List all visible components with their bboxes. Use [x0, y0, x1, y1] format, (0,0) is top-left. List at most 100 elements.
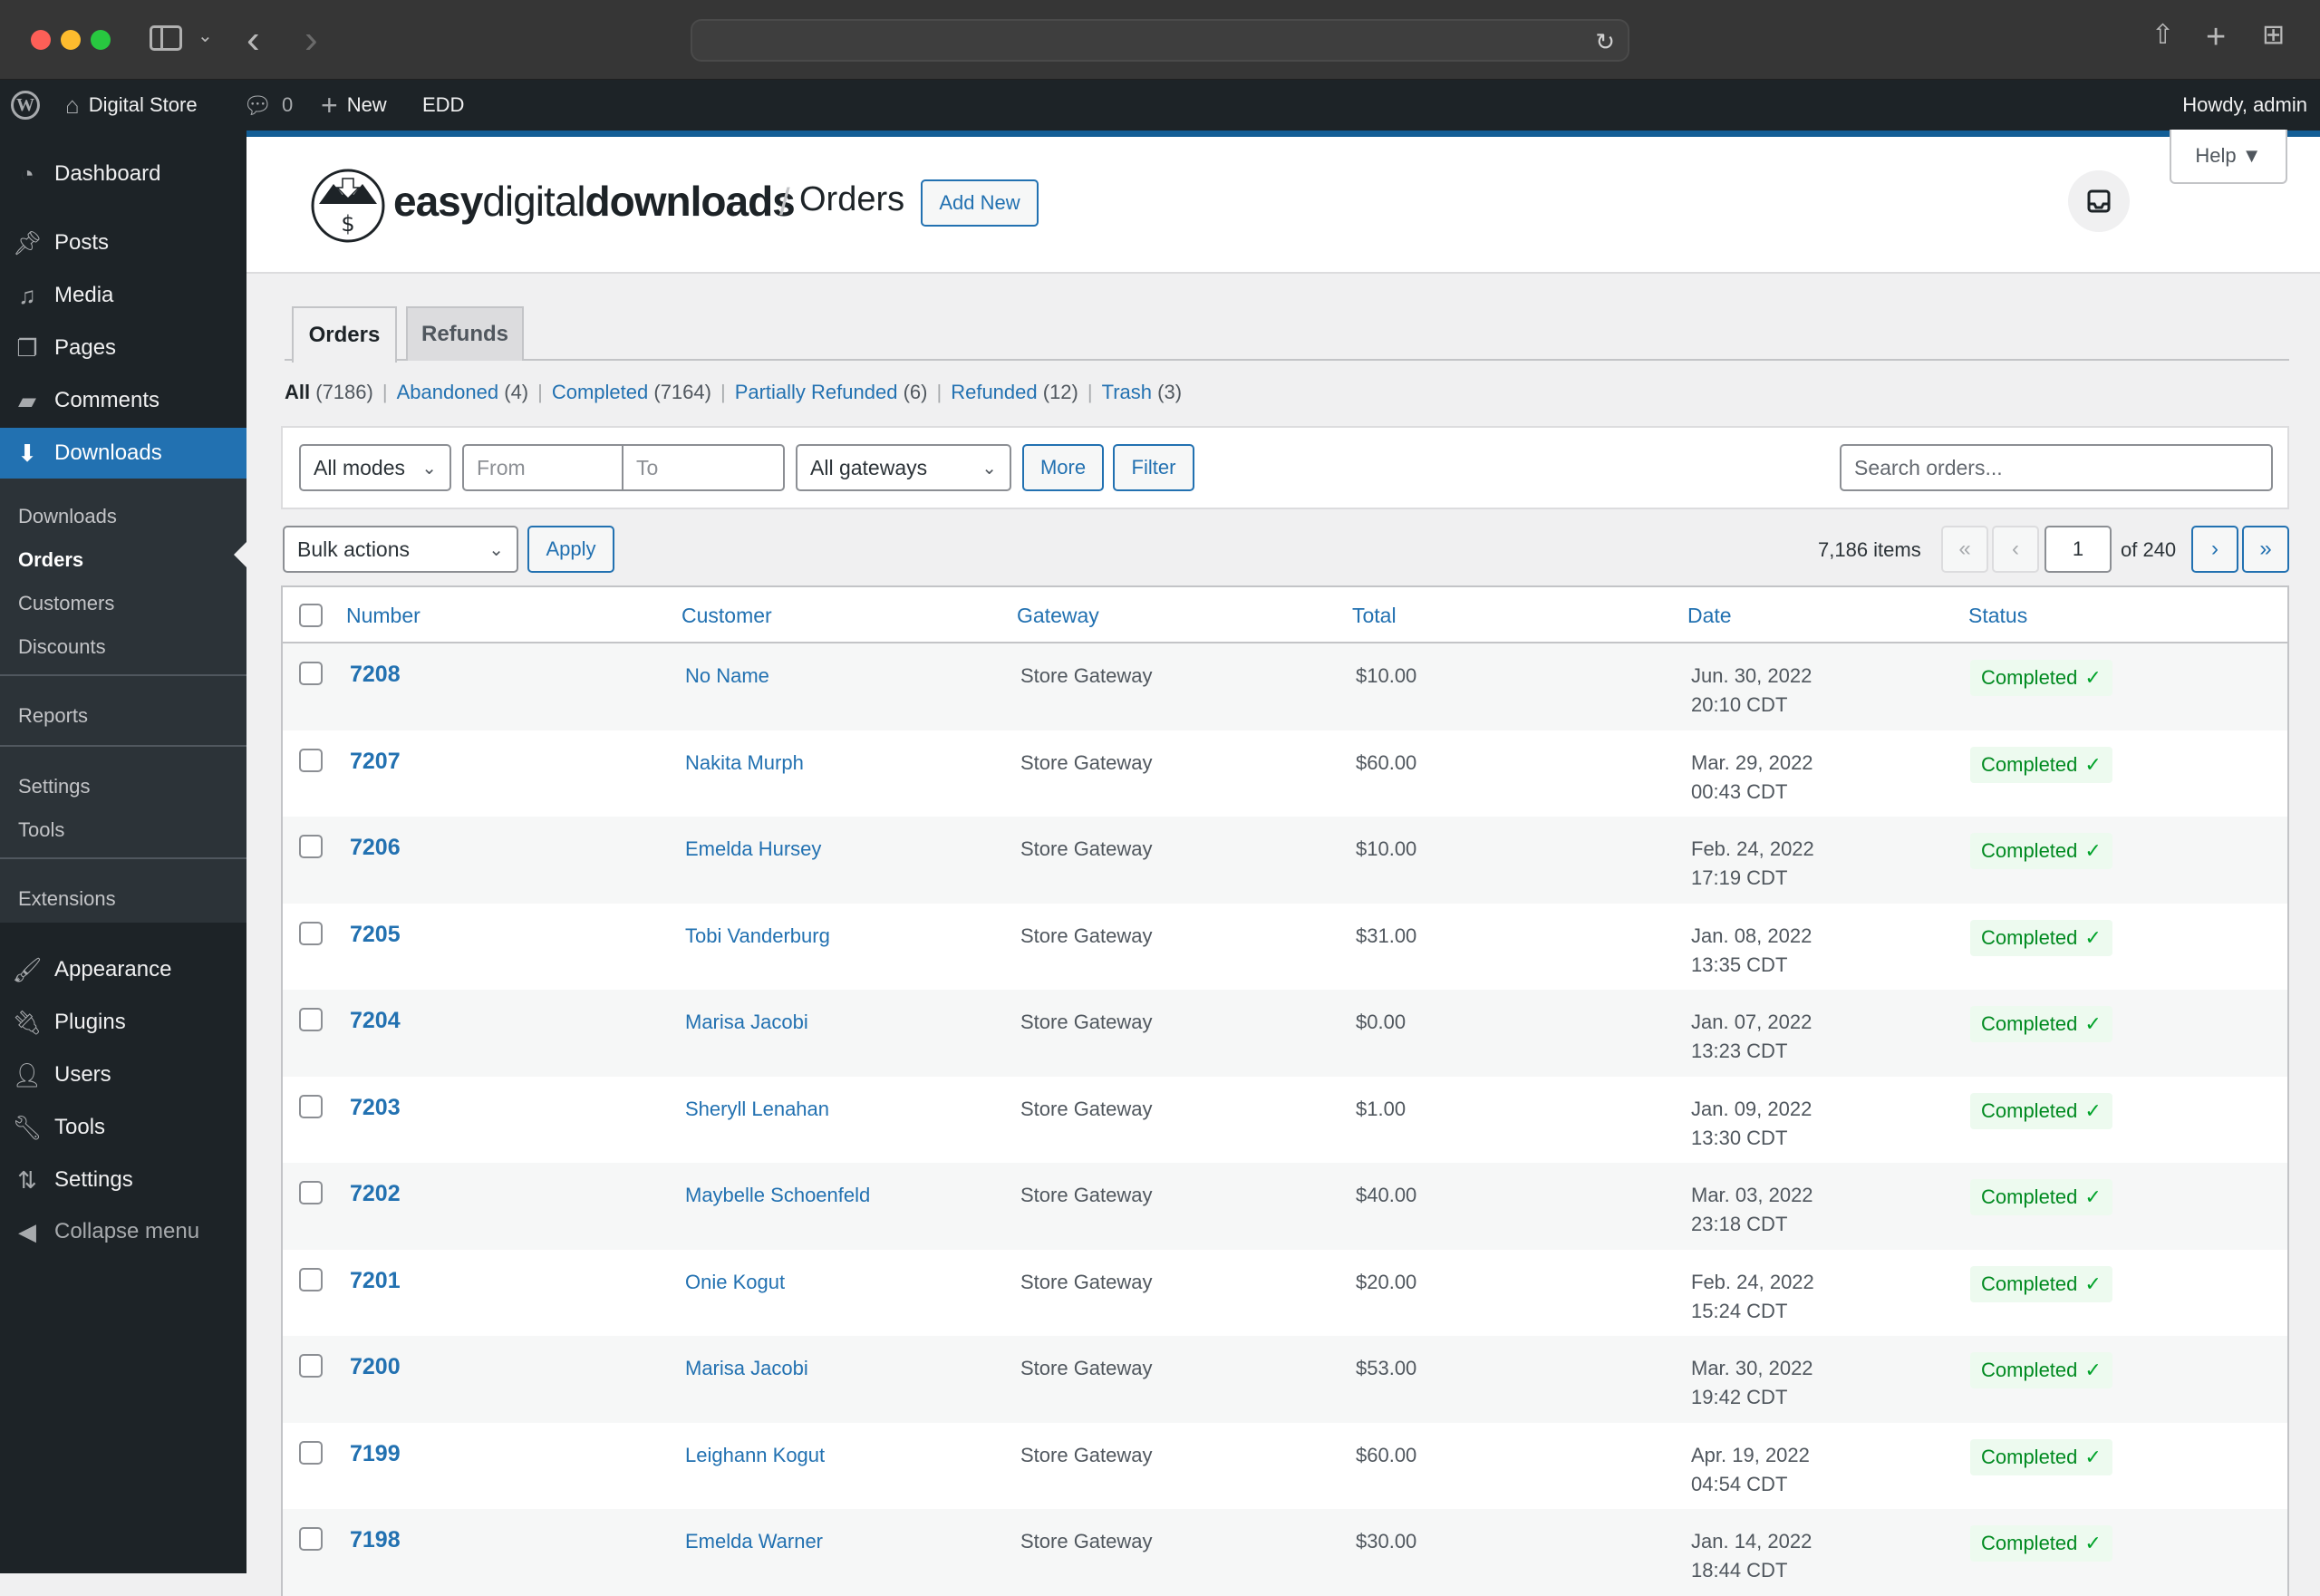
bulk-actions-select[interactable]: Bulk actions ⌄ — [283, 526, 518, 573]
submenu-item-downloads[interactable]: Downloads — [18, 498, 117, 535]
row-checkbox[interactable] — [299, 835, 323, 858]
gateway-select[interactable]: All gateways ⌄ — [796, 444, 1011, 491]
tab-overview-icon[interactable]: ⊞ — [2262, 22, 2285, 49]
current-page-input[interactable] — [2044, 526, 2112, 573]
wordpress-logo-button[interactable]: W — [11, 80, 40, 131]
menu-item-posts[interactable]: 📌︎ Posts — [0, 217, 246, 269]
row-checkbox[interactable] — [299, 1008, 323, 1031]
order-number-link[interactable]: 7206 — [350, 833, 401, 862]
reload-icon[interactable]: ↻ — [1595, 28, 1615, 56]
submenu-item-settings[interactable]: Settings — [18, 769, 91, 805]
order-number-link[interactable]: 7199 — [350, 1439, 401, 1468]
menu-item-appearance[interactable]: 🖌︎ Appearance — [0, 943, 246, 996]
row-checkbox[interactable] — [299, 1094, 323, 1118]
last-page-button[interactable]: » — [2242, 526, 2289, 573]
customer-link[interactable]: Emelda Warner — [685, 1527, 823, 1556]
edd-link[interactable]: EDD — [422, 80, 464, 131]
order-number-link[interactable]: 7208 — [350, 660, 401, 689]
next-page-button[interactable]: › — [2191, 526, 2238, 573]
comments-link[interactable]: 💬︎ 0 — [243, 80, 293, 131]
order-number-link[interactable]: 7202 — [350, 1179, 401, 1208]
account-menu[interactable]: Howdy, admin — [2182, 80, 2307, 131]
menu-item-tools[interactable]: 🔧︎ Tools — [0, 1101, 246, 1154]
submenu-item-tools[interactable]: Tools — [18, 812, 64, 848]
customer-link[interactable]: Emelda Hursey — [685, 835, 821, 864]
collapse-menu-button[interactable]: ◀ Collapse menu — [0, 1205, 246, 1258]
customer-link[interactable]: Nakita Murph — [685, 749, 804, 778]
status-filter-refunded[interactable]: Refunded (12) — [951, 381, 1078, 404]
date-from-input[interactable] — [464, 446, 624, 489]
notifications-button[interactable] — [2068, 170, 2130, 232]
submenu-item-customers[interactable]: Customers — [18, 585, 114, 622]
filter-button[interactable]: Filter — [1113, 444, 1194, 491]
mode-select[interactable]: All modes ⌄ — [299, 444, 451, 491]
customer-link[interactable]: Marisa Jacobi — [685, 1354, 808, 1383]
more-filters-button[interactable]: More — [1022, 444, 1104, 491]
row-checkbox[interactable] — [299, 1267, 323, 1291]
status-filter-trash[interactable]: Trash (3) — [1102, 381, 1182, 404]
customer-link[interactable]: Leighann Kogut — [685, 1441, 825, 1470]
order-number-link[interactable]: 7204 — [350, 1006, 401, 1035]
forward-icon[interactable]: › — [304, 20, 318, 60]
column-header-date[interactable]: Date — [1687, 604, 1732, 628]
column-header-gateway[interactable]: Gateway — [1017, 604, 1099, 628]
status-filter-all[interactable]: All (7186) — [285, 381, 373, 404]
minimize-window-button[interactable] — [61, 30, 81, 50]
menu-item-dashboard[interactable]: ◔ Dashboard — [0, 148, 246, 200]
help-tab-button[interactable]: Help ▼ — [2170, 130, 2287, 184]
order-number-link[interactable]: 7207 — [350, 747, 401, 776]
customer-link[interactable]: Onie Kogut — [685, 1268, 785, 1297]
apply-button[interactable]: Apply — [527, 526, 614, 573]
address-bar[interactable]: ↻ — [691, 19, 1629, 62]
column-header-total[interactable]: Total — [1352, 604, 1397, 628]
maximize-window-button[interactable] — [91, 30, 111, 50]
new-content-link[interactable]: + New — [321, 80, 387, 131]
close-window-button[interactable] — [31, 30, 51, 50]
submenu-item-extensions[interactable]: Extensions — [18, 881, 116, 917]
menu-item-settings[interactable]: ⇅ Settings — [0, 1154, 246, 1206]
row-checkbox[interactable] — [299, 1181, 323, 1204]
order-number-link[interactable]: 7203 — [350, 1093, 401, 1122]
status-filter-completed[interactable]: Completed (7164) — [552, 381, 711, 404]
row-checkbox[interactable] — [299, 1440, 323, 1465]
row-checkbox[interactable] — [299, 1527, 323, 1551]
add-new-button[interactable]: Add New — [921, 179, 1039, 227]
column-header-number[interactable]: Number — [346, 604, 420, 628]
menu-item-downloads[interactable]: ⬇ Downloads — [0, 428, 246, 479]
row-checkbox[interactable] — [299, 748, 323, 772]
menu-item-users[interactable]: 👤︎ Users — [0, 1049, 246, 1101]
select-all-checkbox[interactable] — [299, 604, 323, 627]
customer-link[interactable]: Sheryll Lenahan — [685, 1095, 829, 1124]
menu-item-comments[interactable]: ▰ Comments — [0, 374, 246, 427]
customer-link[interactable]: Marisa Jacobi — [685, 1008, 808, 1037]
row-checkbox[interactable] — [299, 662, 323, 685]
order-number-link[interactable]: 7200 — [350, 1352, 401, 1381]
submenu-item-reports[interactable]: Reports — [18, 698, 88, 734]
first-page-button[interactable]: « — [1941, 526, 1988, 573]
search-orders-input[interactable] — [1840, 444, 2273, 491]
menu-item-media[interactable]: ♫ Media — [0, 269, 246, 322]
status-filter-abandoned[interactable]: Abandoned (4) — [397, 381, 529, 404]
date-to-input[interactable] — [624, 446, 783, 489]
sidebar-toggle-icon[interactable] — [150, 25, 182, 51]
order-number-link[interactable]: 7198 — [350, 1525, 401, 1554]
column-header-status[interactable]: Status — [1968, 604, 2027, 628]
customer-link[interactable]: Maybelle Schoenfeld — [685, 1181, 870, 1210]
row-checkbox[interactable] — [299, 1354, 323, 1378]
column-header-customer[interactable]: Customer — [682, 604, 772, 628]
menu-item-plugins[interactable]: 🔌︎ Plugins — [0, 996, 246, 1049]
prev-page-button[interactable]: ‹ — [1992, 526, 2039, 573]
order-number-link[interactable]: 7201 — [350, 1266, 401, 1295]
tab-refunds[interactable]: Refunds — [406, 306, 524, 361]
customer-link[interactable]: No Name — [685, 662, 769, 691]
status-filter-partially-refunded[interactable]: Partially Refunded (6) — [735, 381, 928, 404]
customer-link[interactable]: Tobi Vanderburg — [685, 922, 830, 951]
back-icon[interactable]: ‹ — [246, 20, 260, 60]
order-number-link[interactable]: 7205 — [350, 920, 401, 949]
share-icon[interactable]: ⇧ — [2151, 22, 2174, 49]
site-name-link[interactable]: ⌂ Digital Store — [65, 80, 198, 131]
row-checkbox[interactable] — [299, 921, 323, 945]
menu-item-pages[interactable]: ❐ Pages — [0, 322, 246, 374]
tab-orders[interactable]: Orders — [292, 306, 397, 363]
submenu-item-orders[interactable]: Orders — [18, 542, 83, 578]
